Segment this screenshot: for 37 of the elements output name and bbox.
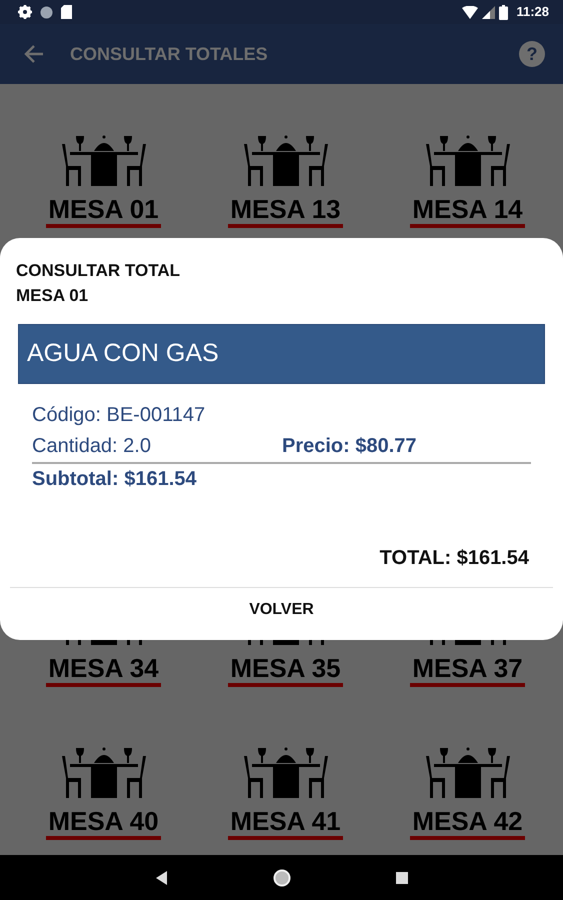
- item-subtotal: Subtotal: $161.54: [32, 466, 198, 492]
- dining-table-icon: [60, 746, 148, 798]
- item-price: Precio: $80.77: [282, 434, 417, 458]
- back-nav-icon[interactable]: [156, 870, 168, 884]
- dialog-title: CONSULTAR TOTAL: [16, 260, 181, 282]
- back-arrow-icon[interactable]: [24, 45, 44, 63]
- dining-table-icon: [424, 134, 512, 186]
- help-button[interactable]: ?: [519, 41, 545, 67]
- table-label[interactable]: MESA 37: [410, 653, 525, 687]
- table-label[interactable]: MESA 41: [228, 806, 343, 840]
- clock-time: 11:28: [516, 3, 549, 22]
- sd-card-icon: [61, 5, 72, 19]
- item-header: AGUA CON GAS: [18, 324, 545, 384]
- table-label[interactable]: MESA 35: [228, 653, 343, 687]
- total-amount: TOTAL: $161.54: [380, 546, 529, 571]
- item-quantity: Cantidad: 2.0: [32, 434, 152, 458]
- battery-icon: [499, 4, 508, 20]
- dining-table-icon: [60, 134, 148, 186]
- back-button[interactable]: VOLVER: [229, 588, 334, 632]
- table-label[interactable]: MESA 34: [46, 653, 161, 687]
- table-label[interactable]: MESA 42: [410, 806, 525, 840]
- signal-icon: [482, 6, 496, 18]
- table-label[interactable]: MESA 13: [228, 194, 343, 228]
- home-nav-icon[interactable]: [272, 868, 290, 886]
- circle-icon: [40, 6, 53, 18]
- dining-table-icon: [424, 746, 512, 798]
- screen-title: CONSULTAR TOTALES: [70, 42, 268, 66]
- table-label[interactable]: MESA 40: [46, 806, 161, 840]
- table-label[interactable]: MESA 14: [410, 194, 525, 228]
- dining-table-icon: [242, 134, 330, 186]
- dining-table-icon: [242, 746, 330, 798]
- dialog-subtitle: MESA 01: [16, 285, 90, 307]
- settings-icon: [18, 5, 32, 19]
- table-label[interactable]: MESA 01: [46, 194, 161, 228]
- wifi-icon: [462, 6, 478, 18]
- recents-nav-icon[interactable]: [396, 872, 408, 884]
- item-code: Código: BE-001147: [32, 402, 206, 428]
